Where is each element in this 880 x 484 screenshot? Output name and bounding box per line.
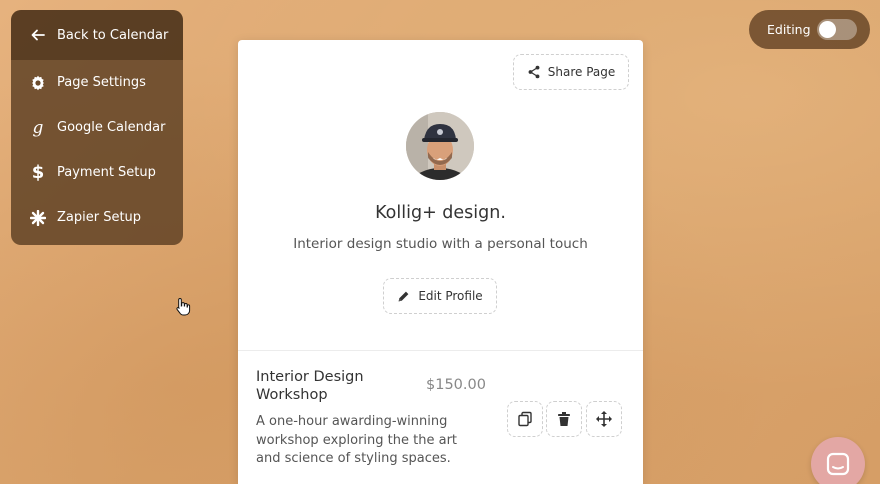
- service-description: A one-hour awarding-winning workshop exp…: [256, 414, 458, 466]
- chat-icon: [826, 452, 850, 476]
- profile-card: Share Page Kollig+ design. Interior desi…: [238, 40, 643, 484]
- move-button[interactable]: [586, 401, 622, 437]
- sidebar-item-google-calendar[interactable]: g Google Calendar: [11, 105, 183, 150]
- editing-label: Editing: [767, 22, 811, 37]
- service-price: $150.00: [426, 377, 486, 393]
- toggle-knob: [819, 21, 836, 38]
- sidebar-item-label: Zapier Setup: [57, 210, 142, 225]
- trash-icon: [558, 412, 570, 426]
- profile-name: Kollig+ design.: [375, 203, 506, 223]
- move-icon: [596, 411, 612, 427]
- google-icon: g: [32, 117, 44, 138]
- sidebar-item-zapier-setup[interactable]: Zapier Setup: [11, 195, 183, 240]
- avatar: [406, 112, 474, 180]
- sidebar-item-label: Google Calendar: [57, 120, 166, 135]
- zapier-icon: [29, 209, 47, 227]
- sidebar-item-payment-setup[interactable]: $ Payment Setup: [11, 150, 183, 195]
- edit-profile-button[interactable]: Edit Profile: [383, 278, 497, 314]
- gear-icon: [29, 74, 47, 92]
- delete-button[interactable]: [546, 401, 582, 437]
- dollar-icon: $: [31, 162, 45, 183]
- editing-toggle[interactable]: [817, 19, 857, 40]
- arrow-left-icon: [29, 26, 47, 44]
- share-page-label: Share Page: [547, 65, 616, 79]
- copy-icon: [518, 411, 532, 427]
- edit-profile-label: Edit Profile: [418, 289, 483, 303]
- sidebar-item-label: Page Settings: [57, 75, 146, 90]
- back-to-calendar-button[interactable]: Back to Calendar: [11, 10, 183, 60]
- pencil-icon: [398, 291, 409, 301]
- sidebar-item-page-settings[interactable]: Page Settings: [11, 60, 183, 105]
- sidebar-item-label: Payment Setup: [57, 165, 156, 180]
- divider: [238, 350, 643, 351]
- back-label: Back to Calendar: [57, 27, 169, 43]
- service-title: Interior Design Workshop: [256, 369, 364, 403]
- share-icon: [528, 65, 540, 79]
- chat-launcher-button[interactable]: [811, 437, 865, 484]
- editing-toggle-pill[interactable]: Editing: [749, 10, 870, 49]
- profile-tagline: Interior design studio with a personal t…: [293, 236, 588, 252]
- hand-cursor-icon: [176, 297, 191, 316]
- duplicate-button[interactable]: [507, 401, 543, 437]
- side-menu: Back to Calendar Page Settings g Google …: [11, 10, 183, 245]
- share-page-button[interactable]: Share Page: [513, 54, 629, 90]
